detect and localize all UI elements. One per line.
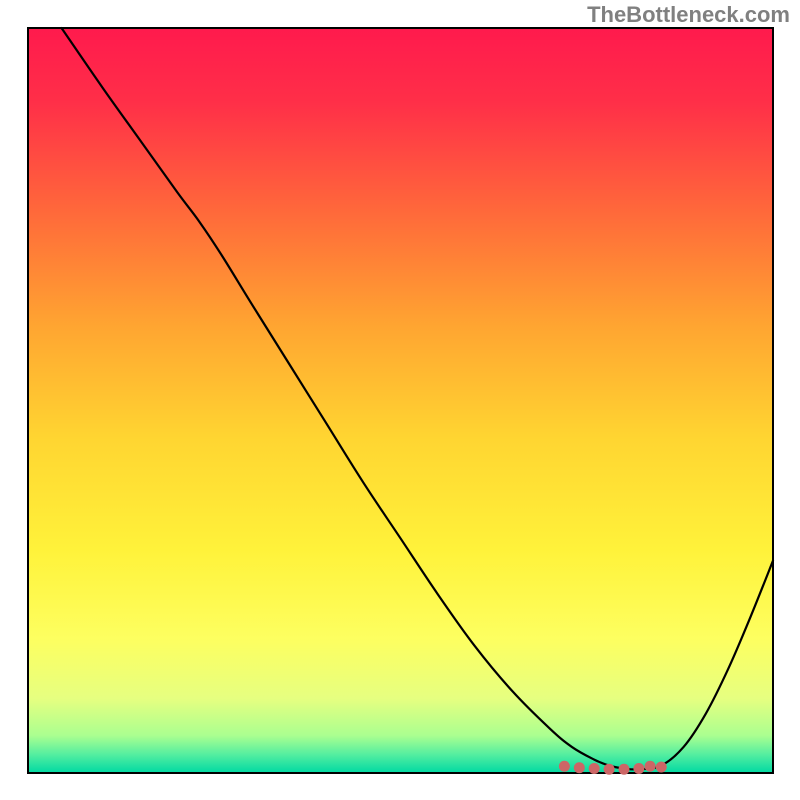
marker-optimal-range-markers	[559, 761, 570, 772]
marker-optimal-range-markers	[645, 761, 656, 772]
marker-optimal-range-markers	[589, 763, 600, 774]
marker-optimal-range-markers	[574, 762, 585, 773]
watermark-text: TheBottleneck.com	[587, 2, 790, 28]
marker-optimal-range-markers	[604, 764, 615, 775]
chart-svg	[0, 0, 800, 800]
marker-optimal-range-markers	[619, 764, 630, 775]
marker-optimal-range-markers	[656, 762, 667, 773]
marker-optimal-range-markers	[633, 763, 644, 774]
chart-container: TheBottleneck.com	[0, 0, 800, 800]
